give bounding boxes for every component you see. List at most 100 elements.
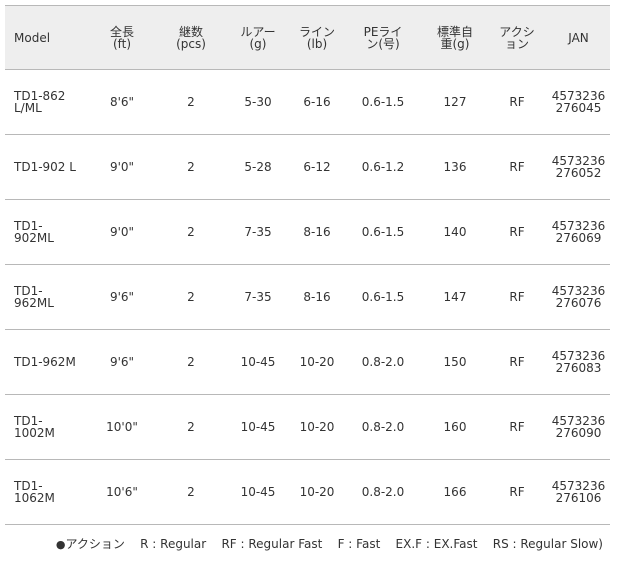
cell-jan: 4573236 276106 [547, 459, 610, 525]
cell-length: 9'0" [87, 134, 157, 200]
cell-line: 8-16 [291, 199, 343, 265]
cell-model-line: L/ML [14, 101, 42, 115]
cell-lure: 10-45 [225, 394, 291, 460]
cell-line: 6-16 [291, 69, 343, 135]
cell-model: TD1- 1062M [5, 459, 87, 525]
cell-action: RF [487, 329, 547, 395]
cell-model: TD1- 962ML [5, 264, 87, 330]
cell-action: RF [487, 69, 547, 135]
action-legend: ●アクション R : Regular RF : Regular Fast F :… [0, 536, 603, 553]
header-weight-line: 重(g) [440, 36, 470, 51]
cell-line: 10-20 [291, 329, 343, 395]
cell-action: RF [487, 394, 547, 460]
cell-model-line: TD1-962M [14, 355, 76, 369]
header-jan: JAN [547, 5, 610, 70]
cell-pe: 0.6-1.2 [343, 134, 423, 200]
table-row: TD1- 1062M 10'6" 2 10-45 10-20 0.8-2.0 166 RF 457… [5, 459, 610, 525]
header-pe: PEライ ン(号) [343, 5, 423, 70]
table-body: TD1-862 L/ML 8'6" 2 5-30 6-16 0.6-1.5 127 RF 4573… [5, 69, 610, 525]
cell-pcs: 2 [157, 69, 225, 135]
cell-model: TD1- 1002M [5, 394, 87, 460]
legend-label: アクション [65, 537, 125, 551]
table-row: TD1-902 L 9'0" 2 5-28 6-12 0.6-1.2 136 RF 457323… [5, 134, 610, 200]
header-line: ライン (lb) [291, 5, 343, 70]
header-pcs: 継数 (pcs) [157, 5, 225, 70]
cell-jan: 4573236 276083 [547, 329, 610, 395]
cell-pe: 0.6-1.5 [343, 199, 423, 265]
header-lure-line: ルアー [240, 24, 276, 39]
table-row: TD1-862 L/ML 8'6" 2 5-30 6-16 0.6-1.5 127 RF 4573… [5, 69, 610, 135]
cell-jan: 4573236 276069 [547, 199, 610, 265]
cell-pe: 0.6-1.5 [343, 264, 423, 330]
cell-jan: 4573236 276052 [547, 134, 610, 200]
header-line-line: ライン [298, 24, 335, 39]
cell-line: 10-20 [291, 394, 343, 460]
cell-weight: 160 [423, 394, 487, 460]
cell-action: RF [487, 264, 547, 330]
cell-pe: 0.8-2.0 [343, 394, 423, 460]
cell-action: RF [487, 199, 547, 265]
cell-weight: 140 [423, 199, 487, 265]
cell-pe: 0.6-1.5 [343, 69, 423, 135]
header-pcs-line: (pcs) [176, 36, 206, 51]
cell-lure: 7-35 [225, 199, 291, 265]
cell-weight: 127 [423, 69, 487, 135]
cell-jan: 4573236 276076 [547, 264, 610, 330]
cell-weight: 150 [423, 329, 487, 395]
cell-length: 9'6" [87, 329, 157, 395]
legend-item-rf: RF : Regular Fast [221, 537, 323, 551]
header-jan-line: JAN [568, 30, 589, 45]
cell-lure: 10-45 [225, 459, 291, 525]
header-action-line: アクシ [499, 24, 535, 39]
header-weight: 標準自 重(g) [423, 5, 487, 70]
cell-jan-line: 276076 [555, 296, 602, 310]
legend-item-r: R : Regular [140, 537, 207, 551]
cell-jan-line: 276090 [555, 426, 602, 440]
cell-jan-line: 276069 [555, 231, 602, 245]
cell-action: RF [487, 459, 547, 525]
cell-pcs: 2 [157, 199, 225, 265]
cell-pcs: 2 [157, 329, 225, 395]
cell-model-line: 1062M [14, 491, 55, 505]
cell-pcs: 2 [157, 264, 225, 330]
cell-lure: 5-28 [225, 134, 291, 200]
header-row: Model 全長 (ft) 継数 (pcs) ルアー (g) ライン (lb) PEライ ン(号) 標… [5, 5, 610, 70]
header-pcs-line: 継数 [178, 24, 203, 39]
header-action-line: ョン [504, 36, 529, 51]
cell-model-line: 1002M [14, 426, 55, 440]
header-length-line: 全長 [109, 24, 134, 39]
header-weight-line: 標準自 [436, 24, 473, 39]
header-pe-line: PEライ [363, 24, 403, 39]
cell-model-line: TD1-902 L [14, 160, 76, 174]
table-row: TD1-962M 9'6" 2 10-45 10-20 0.8-2.0 150 RF 45732… [5, 329, 610, 395]
cell-length: 10'6" [87, 459, 157, 525]
header-action: アクシ ョン [487, 5, 547, 70]
cell-model: TD1-902 L [5, 134, 87, 200]
cell-jan-line: 276106 [555, 491, 602, 505]
cell-model: TD1-862 L/ML [5, 69, 87, 135]
cell-length: 8'6" [87, 69, 157, 135]
cell-pcs: 2 [157, 134, 225, 200]
cell-line: 8-16 [291, 264, 343, 330]
table-row: TD1- 1002M 10'0" 2 10-45 10-20 0.8-2.0 160 RF 457… [5, 394, 610, 460]
cell-pe: 0.8-2.0 [343, 329, 423, 395]
cell-jan: 4573236 276045 [547, 69, 610, 135]
legend-item-exf: EX.F : EX.Fast [395, 537, 478, 551]
cell-model: TD1-962M [5, 329, 87, 395]
cell-weight: 166 [423, 459, 487, 525]
header-model-line: Model [14, 30, 51, 45]
cell-lure: 7-35 [225, 264, 291, 330]
legend-item-rs: RS : Regular Slow) [492, 537, 603, 551]
cell-lure: 5-30 [225, 69, 291, 135]
spec-table: Model 全長 (ft) 継数 (pcs) ルアー (g) ライン (lb) PEライ ン(号) 標… [5, 5, 610, 525]
header-length: 全長 (ft) [87, 5, 157, 70]
cell-lure: 10-45 [225, 329, 291, 395]
header-model: Model [5, 5, 87, 70]
cell-jan-line: 276045 [555, 101, 602, 115]
cell-length: 10'0" [87, 394, 157, 460]
cell-weight: 147 [423, 264, 487, 330]
table-header: Model 全長 (ft) 継数 (pcs) ルアー (g) ライン (lb) PEライ ン(号) 標… [5, 5, 610, 70]
table-row: TD1- 962ML 9'6" 2 7-35 8-16 0.6-1.5 147 RF 457323… [5, 264, 610, 330]
cell-length: 9'0" [87, 199, 157, 265]
cell-pcs: 2 [157, 394, 225, 460]
